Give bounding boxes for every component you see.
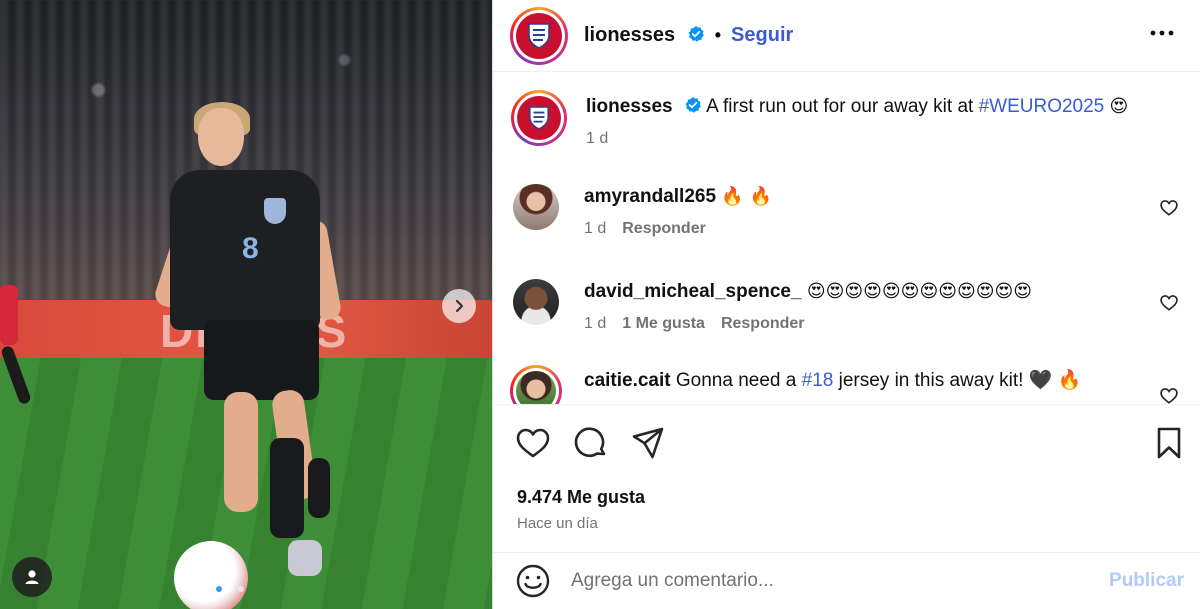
photo-player: 8 — [152, 100, 350, 580]
england-crest-icon — [529, 106, 549, 130]
user-tag-button[interactable] — [12, 557, 52, 597]
header-separator: • — [714, 25, 722, 45]
comment-text: 🔥 🔥 — [721, 186, 772, 207]
comment-text-end: jersey in this away kit! 🖤 🔥 — [838, 370, 1082, 391]
comment-time: 1 d — [584, 220, 607, 237]
more-options-button[interactable] — [1147, 18, 1177, 48]
photo-ball — [174, 541, 248, 609]
comment-text: Gonna need a — [675, 370, 797, 391]
commenter-username[interactable]: amyrandall265 — [584, 186, 716, 207]
caption-time: 1 d — [586, 130, 609, 147]
carousel-dot — [238, 586, 244, 592]
comment-like-icon[interactable] — [1159, 293, 1179, 313]
carousel-next-button[interactable] — [442, 289, 476, 323]
chevron-right-icon — [455, 299, 464, 313]
jersey-number: 8 — [242, 232, 259, 265]
comment-input[interactable] — [571, 570, 1091, 592]
comments-list[interactable]: lionesses A first run out for our away k… — [493, 72, 1200, 404]
comment-like-icon[interactable] — [1159, 386, 1179, 404]
comment-hashtag-link[interactable]: #18 — [802, 370, 834, 391]
post-caption: lionesses A first run out for our away k… — [511, 90, 1193, 148]
reply-button[interactable]: Responder — [622, 220, 706, 238]
comment-text: 😍😍😍😍😍😍😍😍😍😍😍😍 — [806, 281, 1033, 302]
author-username[interactable]: lionesses — [584, 24, 705, 47]
caption-hashtag-link[interactable]: #WEURO2025 — [979, 96, 1105, 117]
comment-icon[interactable] — [573, 425, 609, 461]
comment-like-icon[interactable] — [1159, 198, 1179, 218]
caption-emoji: 😍 — [1109, 96, 1129, 117]
verified-icon — [687, 25, 705, 43]
comment-item: amyrandall265 🔥 🔥 1 d Responder — [513, 184, 1193, 238]
publish-button[interactable]: Publicar — [1109, 570, 1184, 592]
user-tag-icon — [25, 570, 39, 584]
england-crest — [264, 198, 286, 224]
comment-likes[interactable]: 1 Me gusta — [622, 315, 705, 333]
commenter-username[interactable]: caitie.cait — [584, 370, 671, 391]
post-header: lionesses • Seguir — [493, 0, 1200, 72]
emoji-icon[interactable] — [515, 563, 551, 599]
comment-item: david_micheal_spence_ 😍😍😍😍😍😍😍😍😍😍😍😍 1 d 1… — [513, 279, 1193, 333]
more-icon — [1150, 30, 1174, 36]
likes-count[interactable]: 9.474 Me gusta — [517, 487, 645, 508]
follow-button[interactable]: Seguir — [731, 24, 793, 47]
caption-username[interactable]: lionesses — [586, 96, 673, 117]
reply-button[interactable]: Responder — [721, 315, 805, 333]
comment-composer: Publicar — [493, 552, 1200, 609]
bookmark-icon[interactable] — [1151, 425, 1187, 461]
commenter-avatar[interactable] — [510, 365, 562, 404]
post-timestamp: Hace un día — [517, 515, 598, 532]
photo-sock — [270, 438, 304, 538]
post-actions: 9.474 Me gusta Hace un día — [493, 404, 1200, 552]
comment-item: caitie.cait Gonna need a #18 jersey in t… — [510, 365, 1193, 404]
photo-runner — [0, 285, 40, 415]
england-crest-icon — [528, 22, 550, 49]
carousel-dot-active — [216, 586, 222, 592]
carousel-dot — [227, 586, 233, 592]
commenter-avatar[interactable] — [513, 279, 559, 325]
comment-time: 1 d — [584, 315, 607, 332]
post-photo[interactable]: DE MES 8 — [0, 0, 492, 609]
photo-boot — [288, 540, 322, 576]
author-avatar[interactable] — [510, 6, 568, 65]
commenter-username[interactable]: david_micheal_spence_ — [584, 281, 802, 302]
carousel-dots — [205, 586, 244, 592]
heart-icon[interactable] — [515, 425, 551, 461]
share-icon[interactable] — [630, 425, 666, 461]
post-panel: lionesses • Seguir lionesses A first run… — [492, 0, 1200, 609]
commenter-avatar[interactable] — [513, 184, 559, 230]
caption-text: A first run out for our away kit at — [706, 96, 974, 117]
caption-author-avatar[interactable] — [511, 90, 567, 146]
verified-icon — [684, 96, 702, 114]
carousel-dot — [205, 586, 211, 592]
